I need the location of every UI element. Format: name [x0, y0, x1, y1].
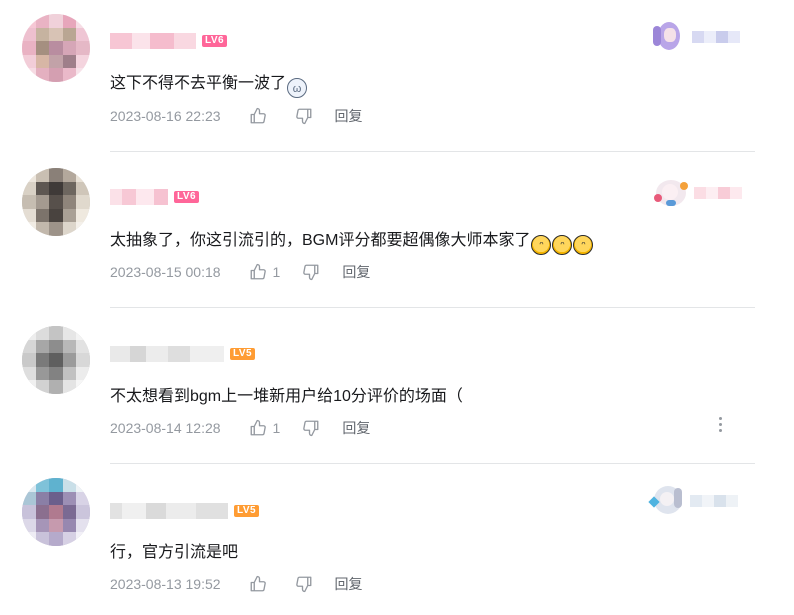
level-badge: LV5 — [230, 348, 256, 360]
comment-meta: 2023-08-16 22:23 回复 — [110, 106, 363, 126]
thumbs-down-icon — [303, 264, 319, 281]
level-badge: LV6 — [202, 35, 228, 47]
username[interactable]: LV6 — [110, 31, 228, 51]
username[interactable]: LV5 — [110, 344, 256, 364]
thumbs-up-icon — [250, 107, 266, 124]
fan-badge[interactable] — [650, 20, 740, 54]
dislike-button[interactable] — [295, 107, 313, 125]
thumbs-down-icon — [303, 420, 319, 437]
fan-badge-redacted — [694, 187, 742, 199]
comment-text-body: 行，官方引流是吧 — [110, 544, 239, 561]
comment-text: 这下不得不去平衡一波了 ω — [110, 72, 308, 98]
divider — [110, 151, 755, 152]
reply-button[interactable]: 回复 — [342, 418, 370, 438]
comment-text: 行，官方引流是吧 — [110, 541, 238, 565]
like-button[interactable] — [249, 575, 273, 593]
reply-button[interactable]: 回复 — [342, 262, 370, 282]
more-options-icon[interactable] — [712, 414, 728, 434]
username[interactable]: LV5 — [110, 501, 260, 521]
sweat-smile-icon: ᵔ — [531, 235, 552, 255]
dislike-button[interactable] — [302, 263, 320, 281]
fan-badge[interactable] — [648, 484, 738, 518]
reply-button[interactable]: 回复 — [335, 106, 363, 126]
dislike-button[interactable] — [302, 419, 320, 437]
comment-time: 2023-08-16 22:23 — [110, 108, 221, 124]
comment-text: 不太想看到bgm上一堆新用户给10分评价的场面（ — [110, 385, 463, 409]
comment-time: 2023-08-15 00:18 — [110, 264, 221, 280]
username[interactable]: LV6 — [110, 187, 200, 207]
comment-time: 2023-08-13 19:52 — [110, 576, 221, 592]
fan-badge-icon — [650, 20, 690, 54]
fan-badge[interactable] — [652, 176, 742, 210]
dislike-button[interactable] — [295, 575, 313, 593]
divider — [110, 307, 755, 308]
avatar[interactable] — [22, 478, 90, 546]
thumbs-down-icon — [295, 108, 311, 125]
thumbs-up-icon — [250, 575, 266, 592]
comment-text-body: 不太想看到bgm上一堆新用户给10分评价的场面（ — [110, 388, 463, 405]
avatar[interactable] — [22, 14, 90, 82]
like-count: 1 — [272, 264, 281, 280]
fan-badge-icon — [648, 484, 688, 518]
fan-badge-redacted — [690, 495, 738, 507]
username-redacted — [110, 33, 196, 49]
like-button[interactable]: 1 — [249, 419, 281, 437]
sweat-smile-icon: ᵔ — [552, 235, 573, 255]
like-count: 1 — [272, 420, 281, 436]
level-badge: LV6 — [174, 191, 200, 203]
comment-meta: 2023-08-13 19:52 回复 — [110, 574, 363, 594]
comment-text-body: 太抽象了，你这引流引的，BGM评分都要超偶像大师本家了 — [110, 232, 531, 249]
username-redacted — [110, 346, 224, 362]
username-redacted — [110, 189, 168, 205]
fan-badge-icon — [652, 176, 692, 210]
comment-text: 太抽象了，你这引流引的，BGM评分都要超偶像大师本家了 ᵔ ᵔ ᵔ — [110, 229, 594, 255]
reply-button[interactable]: 回复 — [335, 574, 363, 594]
thumbs-up-icon — [250, 419, 266, 436]
cat-icon: ω — [287, 78, 308, 98]
comment-time: 2023-08-14 12:28 — [110, 420, 221, 436]
thumbs-up-icon — [250, 263, 266, 280]
avatar[interactable] — [22, 168, 90, 236]
username-redacted — [110, 503, 228, 519]
comment-meta: 2023-08-15 00:18 1 回复 — [110, 262, 370, 282]
comment-text-body: 这下不得不去平衡一波了 — [110, 75, 287, 92]
comment-meta: 2023-08-14 12:28 1 回复 — [110, 418, 370, 438]
fan-badge-redacted — [692, 31, 740, 43]
thumbs-down-icon — [295, 576, 311, 593]
like-button[interactable] — [249, 107, 273, 125]
like-button[interactable]: 1 — [249, 263, 281, 281]
divider — [110, 463, 755, 464]
avatar[interactable] — [22, 326, 90, 394]
sweat-smile-icon: ᵔ — [573, 235, 594, 255]
level-badge: LV5 — [234, 505, 260, 517]
